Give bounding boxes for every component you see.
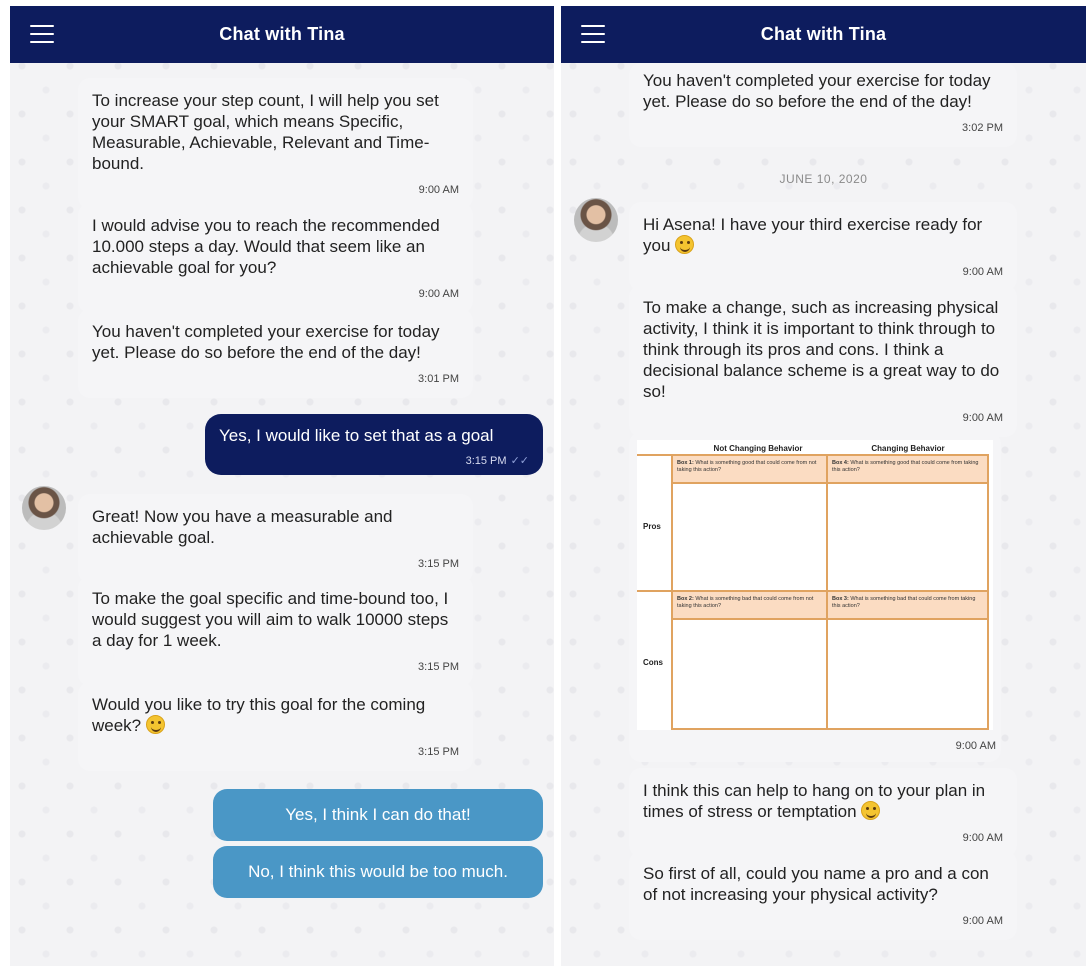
message-text: To make a change, such as increasing phy… <box>643 298 1000 401</box>
box-3-header: Box 3: What is something bad that could … <box>828 592 989 618</box>
message-time: 9:00 AM <box>418 184 459 196</box>
message-time: 3:15 PM <box>418 558 459 570</box>
option-no-button[interactable]: No, I think this would be too much. <box>213 846 543 898</box>
message-text-content: Hi Asena! I have your third exercise rea… <box>643 215 983 255</box>
bot-message: Hi Asena! I have your third exercise rea… <box>629 202 1017 291</box>
grid-line <box>826 454 828 730</box>
message-text: I think this can help to hang on to your… <box>643 780 1003 822</box>
bot-message: You haven't completed your exercise for … <box>78 309 473 398</box>
date-separator: JUNE 10, 2020 <box>779 172 868 186</box>
winking-emoji-icon <box>675 235 695 254</box>
bot-message: You haven't completed your exercise for … <box>629 63 1017 147</box>
box-text: What is something bad that could come fr… <box>832 596 976 609</box>
message-time: 9:00 AM <box>962 832 1003 844</box>
message-text: So first of all, could you name a pro an… <box>643 864 989 904</box>
grinning-emoji-icon <box>145 715 165 734</box>
message-text: Great! Now you have a measurable and ach… <box>92 507 393 547</box>
row-header-pros: Pros <box>643 522 661 531</box>
bot-message: So first of all, could you name a pro an… <box>629 851 1017 940</box>
message-time-row: 3:15 PM ✓✓ <box>219 454 529 467</box>
box-label: Box 2: <box>677 596 694 602</box>
box-1-header: Box 1: What is something good that could… <box>673 456 826 482</box>
left-chat-screen: Chat with Tina To increase your step cou… <box>10 6 554 966</box>
message-time: 3:02 PM <box>962 122 1003 134</box>
box-label: Box 3: <box>832 596 849 602</box>
message-time: 3:15 PM <box>418 746 459 758</box>
message-text: To increase your step count, I will help… <box>92 91 439 173</box>
message-time: 3:15 PM <box>418 661 459 673</box>
grid-line <box>673 618 989 620</box>
right-chat-screen: Chat with Tina You haven't completed you… <box>561 6 1086 966</box>
message-text: To make the goal specific and time-bound… <box>92 589 449 650</box>
message-text: Would you like to try this goal for the … <box>92 694 459 736</box>
message-text: Hi Asena! I have your third exercise rea… <box>643 214 1003 256</box>
message-text-content: I think this can help to hang on to your… <box>643 781 986 821</box>
decisional-balance-scheme: Not Changing Behavior Changing Behavior … <box>637 440 996 752</box>
message-time: 3:01 PM <box>418 373 459 385</box>
hamburger-menu-icon[interactable] <box>581 25 605 43</box>
column-header-not-changing: Not Changing Behavior <box>713 444 803 453</box>
grid-line <box>987 454 989 730</box>
chat-title: Chat with Tina <box>219 24 345 44</box>
message-time: 9:00 AM <box>962 412 1003 424</box>
header-bar: Chat with Tina <box>10 6 554 63</box>
user-message: Yes, I would like to set that as a goal … <box>205 414 543 475</box>
grid-line <box>673 482 989 484</box>
chat-title: Chat with Tina <box>760 24 887 44</box>
bot-message: I think this can help to hang on to your… <box>629 768 1017 857</box>
double-check-icon: ✓✓ <box>510 455 529 467</box>
box-label: Box 1: <box>677 460 694 466</box>
message-time: 9:00 AM <box>962 915 1003 927</box>
tina-avatar <box>574 198 618 242</box>
message-text: I would advise you to reach the recommen… <box>92 216 440 277</box>
bot-message: Great! Now you have a measurable and ach… <box>78 494 473 583</box>
message-time: 9:00 AM <box>962 266 1003 278</box>
box-text: What is something good that could come f… <box>677 460 817 473</box>
tina-avatar <box>22 486 66 530</box>
message-time: 9:00 AM <box>418 288 459 300</box>
box-text: What is something good that could come f… <box>832 460 979 473</box>
smiling-emoji-icon <box>861 801 881 820</box>
grid-line <box>673 728 989 730</box>
grid-line <box>671 454 673 730</box>
option-yes-button[interactable]: Yes, I think I can do that! <box>213 789 543 841</box>
bot-message: Would you like to try this goal for the … <box>78 682 473 771</box>
bot-message: I would advise you to reach the recommen… <box>78 203 473 313</box>
decisional-balance-image: Not Changing Behavior Changing Behavior … <box>629 432 1001 762</box>
message-text: You haven't completed your exercise for … <box>643 71 991 111</box>
message-text-content: Would you like to try this goal for the … <box>92 695 426 735</box>
box-text: What is something bad that could come fr… <box>677 596 814 609</box>
box-4-header: Box 4: What is something good that could… <box>828 456 989 482</box>
box-2-header: Box 2: What is something bad that could … <box>673 592 826 618</box>
row-header-cons: Cons <box>643 658 663 667</box>
message-time: 3:15 PM <box>465 455 507 467</box>
hamburger-menu-icon[interactable] <box>30 25 54 43</box>
message-text: You haven't completed your exercise for … <box>92 322 440 362</box>
bot-message: To make the goal specific and time-bound… <box>78 576 473 686</box>
message-time: 9:00 AM <box>955 740 996 752</box>
box-label: Box 4: <box>832 460 849 466</box>
bot-message: To make a change, such as increasing phy… <box>629 285 1017 437</box>
bot-message: To increase your step count, I will help… <box>78 78 473 209</box>
message-text: Yes, I would like to set that as a goal <box>219 426 494 445</box>
header-bar: Chat with Tina <box>561 6 1086 63</box>
column-header-changing: Changing Behavior <box>871 444 945 453</box>
